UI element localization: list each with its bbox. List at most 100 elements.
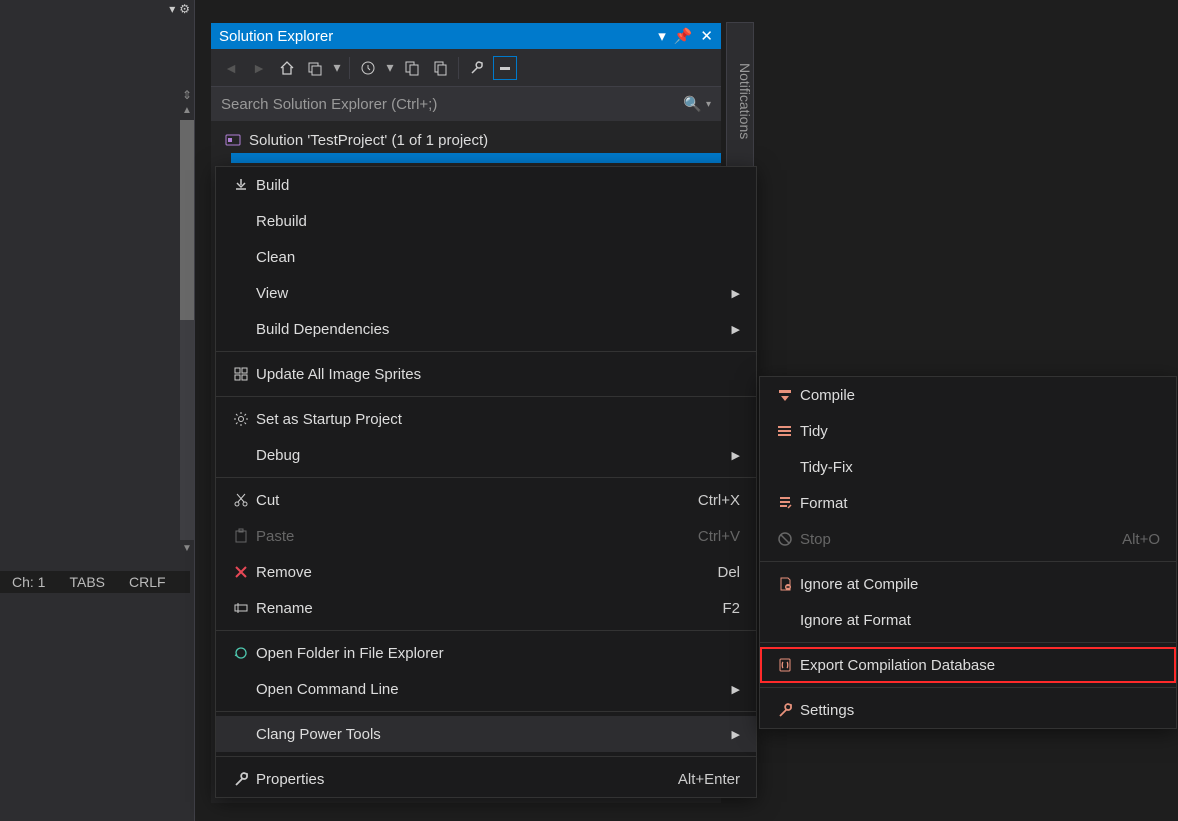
menu-item-shortcut: Ctrl+V — [698, 528, 740, 545]
menu-item-tidy-fix[interactable]: Tidy-Fix — [760, 449, 1176, 485]
menu-item-rebuild[interactable]: Rebuild — [216, 203, 756, 239]
menu-item-shortcut: Alt+O — [1122, 531, 1160, 548]
scroll-down-icon[interactable]: ▼ — [180, 543, 194, 557]
rename-icon — [226, 600, 256, 616]
splitter-icon[interactable]: ⇕ — [180, 88, 194, 104]
menu-item-paste: PasteCtrl+V — [216, 518, 756, 554]
menu-item-settings[interactable]: Settings — [760, 692, 1176, 728]
menu-item-label: Tidy-Fix — [800, 459, 1160, 476]
search-box[interactable]: Search Solution Explorer (Ctrl+;) 🔍 ▾ — [211, 87, 721, 121]
menu-item-label: Set as Startup Project — [256, 411, 740, 428]
ignore-compile-icon — [770, 576, 800, 592]
menu-item-build-dependencies[interactable]: Build Dependencies ▶ — [216, 311, 756, 347]
menu-item-label: Build Dependencies — [256, 321, 724, 338]
toolbar-chevron-icon[interactable]: ▾ — [384, 56, 396, 80]
editor-top-icons: ▾ ⚙ — [165, 0, 194, 18]
menu-item-view[interactable]: View▶ — [216, 275, 756, 311]
menu-item-set-as-startup-project[interactable]: Set as Startup Project — [216, 401, 756, 437]
menu-separator — [216, 630, 756, 631]
notifications-tab[interactable]: Notifications — [726, 22, 754, 172]
editor-area: ▾ ⚙ ⇕ ▲ ▼ Ch: 1 TABS CRLF — [0, 0, 195, 821]
show-all-icon[interactable] — [400, 56, 424, 80]
tree-solution-row[interactable]: Solution 'TestProject' (1 of 1 project) — [211, 127, 721, 153]
gear-icon — [226, 411, 256, 427]
paste-icon — [226, 528, 256, 544]
menu-item-cut[interactable]: CutCtrl+X — [216, 482, 756, 518]
panel-title: Solution Explorer — [219, 28, 333, 45]
menu-separator — [216, 396, 756, 397]
menu-item-update-all-image-sprites[interactable]: Update All Image Sprites — [216, 356, 756, 392]
open-folder-icon — [226, 645, 256, 661]
menu-item-remove[interactable]: RemoveDel — [216, 554, 756, 590]
menu-item-label: Remove — [256, 564, 717, 581]
status-crlf: CRLF — [129, 574, 166, 590]
menu-item-export-compilation-database[interactable]: Export Compilation Database — [760, 647, 1176, 683]
menu-item-label: Tidy — [800, 423, 1160, 440]
submenu-arrow-icon: ▶ — [732, 728, 740, 741]
menu-item-label: Open Command Line — [256, 681, 724, 698]
stop-icon — [770, 531, 800, 547]
menu-item-build[interactable]: Build — [216, 167, 756, 203]
solution-icon — [225, 133, 241, 147]
menu-item-properties[interactable]: PropertiesAlt+Enter — [216, 761, 756, 797]
tree-project-row[interactable] — [231, 153, 721, 163]
history-icon[interactable] — [356, 56, 380, 80]
status-ch: Ch: 1 — [12, 574, 45, 590]
menu-item-label: Open Folder in File Explorer — [256, 645, 740, 662]
menu-item-shortcut: Ctrl+X — [698, 492, 740, 509]
search-icon[interactable]: 🔍 — [683, 95, 702, 113]
preview-icon[interactable] — [493, 56, 517, 80]
copy-icon[interactable] — [428, 56, 452, 80]
search-chevron-icon[interactable]: ▾ — [706, 99, 711, 110]
menu-item-debug[interactable]: Debug▶ — [216, 437, 756, 473]
menu-item-label: Build — [256, 177, 740, 194]
gear-icon[interactable]: ⚙ — [179, 2, 190, 16]
menu-item-clang-power-tools[interactable]: Clang Power Tools▶ — [216, 716, 756, 752]
menu-item-label: Clean — [256, 249, 740, 266]
menu-item-tidy[interactable]: Tidy — [760, 413, 1176, 449]
context-menu: BuildRebuildCleanView▶Build Dependencies… — [215, 166, 757, 798]
properties-icon[interactable] — [465, 56, 489, 80]
clang-submenu: Compile Tidy Tidy-Fix Format StopAlt+O Ignore… — [759, 376, 1177, 729]
menu-item-compile[interactable]: Compile — [760, 377, 1176, 413]
wrench-icon — [226, 771, 256, 787]
toolbar-chevron-icon[interactable]: ▾ — [331, 56, 343, 80]
menu-item-stop: StopAlt+O — [760, 521, 1176, 557]
pin-icon[interactable]: 📌 — [674, 27, 693, 45]
menu-item-rename[interactable]: RenameF2 — [216, 590, 756, 626]
menu-item-shortcut: F2 — [722, 600, 740, 617]
menu-item-ignore-at-format[interactable]: Ignore at Format — [760, 602, 1176, 638]
forward-icon[interactable]: ► — [247, 56, 271, 80]
scrollbar[interactable] — [180, 120, 194, 540]
menu-item-format[interactable]: Format — [760, 485, 1176, 521]
menu-separator — [760, 642, 1176, 643]
menu-item-open-folder-in-file-explorer[interactable]: Open Folder in File Explorer — [216, 635, 756, 671]
sprites-icon — [226, 366, 256, 382]
panel-dropdown-icon[interactable]: ▾ — [658, 27, 666, 45]
menu-item-open-command-line[interactable]: Open Command Line▶ — [216, 671, 756, 707]
solution-tree: Solution 'TestProject' (1 of 1 project) — [211, 121, 721, 169]
dropdown-icon[interactable]: ▾ — [169, 2, 175, 16]
menu-item-label: Rebuild — [256, 213, 740, 230]
menu-item-ignore-at-compile[interactable]: Ignore at Compile — [760, 566, 1176, 602]
menu-item-clean[interactable]: Clean — [216, 239, 756, 275]
menu-item-label: Stop — [800, 531, 1122, 548]
menu-item-label: Format — [800, 495, 1160, 512]
menu-separator — [760, 687, 1176, 688]
home-icon[interactable] — [275, 56, 299, 80]
scroll-up-icon[interactable]: ▲ — [180, 105, 194, 119]
menu-item-label: Settings — [800, 702, 1160, 719]
submenu-arrow-icon: ▶ — [732, 323, 740, 336]
cut-icon — [226, 492, 256, 508]
close-icon[interactable]: ✕ — [700, 27, 713, 45]
status-tabs: TABS — [69, 574, 105, 590]
sync-icon[interactable] — [303, 56, 327, 80]
scrollbar-thumb[interactable] — [180, 120, 194, 320]
menu-separator — [216, 711, 756, 712]
compile-icon — [770, 387, 800, 403]
submenu-arrow-icon: ▶ — [732, 287, 740, 300]
build-icon — [226, 177, 256, 193]
menu-separator — [216, 351, 756, 352]
back-icon[interactable]: ◄ — [219, 56, 243, 80]
menu-separator — [760, 561, 1176, 562]
